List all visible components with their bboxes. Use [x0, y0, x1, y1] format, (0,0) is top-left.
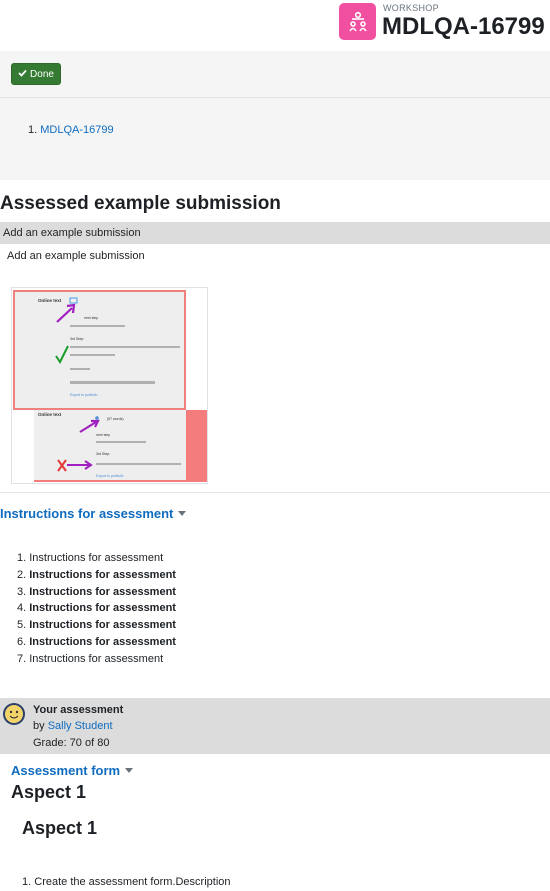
- workshop-icon: [339, 3, 376, 40]
- instructions-toggle[interactable]: Instructions for assessment: [0, 506, 187, 521]
- divider: [0, 492, 550, 493]
- done-button-label: Done: [30, 68, 54, 80]
- list-item-text: Create the assessment form.Description: [34, 876, 231, 888]
- thumb-link: Export to portfolio: [70, 393, 97, 397]
- submission-image: Online text next step 3rd Step: Export t…: [11, 287, 208, 484]
- list-item: 7. Instructions for assessment: [17, 652, 164, 665]
- thumb-link: Export to portfolio: [96, 474, 123, 478]
- thumb-line: (57 words): [107, 417, 124, 421]
- list-item: 6. Instructions for assessment: [17, 635, 176, 648]
- list-item: 3. Instructions for assessment: [17, 585, 176, 598]
- thumb-panel2-heading: Online text: [38, 412, 62, 417]
- thumb-line: next step: [84, 316, 98, 320]
- list-item: 1. Instructions for assessment: [17, 552, 164, 564]
- list-number: 1.: [22, 876, 32, 888]
- list-item: 4. Instructions for assessment: [17, 602, 176, 615]
- instructions-list: 1. Instructions for assessment 2. Instru…: [17, 550, 176, 668]
- thumb-line: 3rd Step:: [70, 337, 84, 341]
- instructions-heading: Instructions for assessment: [0, 506, 174, 521]
- thumb-line: 3rd Step:: [96, 452, 110, 456]
- assessment-title: Your assessment: [33, 704, 124, 716]
- check-icon: [18, 69, 27, 80]
- activity-type-label: WORKSHOP: [383, 3, 439, 13]
- submission-link[interactable]: MDLQA-16799: [40, 124, 113, 136]
- list-item: 5. Instructions for assessment: [17, 619, 176, 632]
- section-heading: Assessed example submission: [0, 193, 281, 214]
- assessment-form-toggle[interactable]: Assessment form: [11, 763, 134, 778]
- submission-list: 1. MDLQA-16799: [28, 124, 114, 136]
- example-submission-text: Add an example submission: [7, 250, 145, 262]
- page-title: MDLQA-16799: [382, 13, 545, 40]
- example-submission-bar: Add an example submission: [0, 222, 550, 244]
- assessment-form-heading: Assessment form: [11, 763, 121, 778]
- list-item: 2. Instructions for assessment: [17, 568, 176, 581]
- thumb-panel1-heading: Online text: [38, 298, 62, 303]
- avatar: [3, 703, 25, 725]
- grade-text: Grade: 70 of 80: [33, 737, 110, 749]
- activity-header: WORKSHOP MDLQA-16799: [0, 0, 550, 46]
- list-number: 1.: [28, 124, 38, 136]
- divider: [0, 97, 550, 98]
- aspect-subheading: Aspect 1: [22, 818, 98, 838]
- your-assessment-header: Your assessment by Sally Student Grade: …: [0, 698, 550, 754]
- reviewer-link[interactable]: Sally Student: [48, 720, 113, 732]
- aspect-heading: Aspect 1: [11, 782, 87, 802]
- caret-down-icon: [125, 768, 134, 773]
- form-description-list: 1. Create the assessment form.Descriptio…: [22, 876, 231, 888]
- workflow-panel: Done 1. MDLQA-16799: [0, 51, 550, 180]
- done-button[interactable]: Done: [11, 63, 61, 85]
- assessment-by: by Sally Student: [33, 720, 113, 732]
- caret-down-icon: [178, 511, 187, 516]
- thumb-line: next step: [96, 433, 110, 437]
